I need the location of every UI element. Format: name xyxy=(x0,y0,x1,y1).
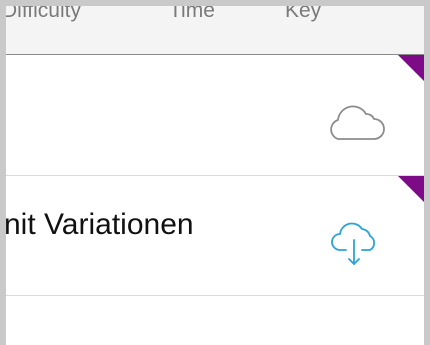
column-header-time[interactable]: Time xyxy=(169,6,215,21)
song-list-panel: Difficulty Time Key nit Variationen xyxy=(6,6,424,345)
row-divider xyxy=(6,295,424,296)
corner-marker xyxy=(398,176,424,202)
cloud-icon[interactable] xyxy=(324,103,386,143)
corner-marker xyxy=(398,55,424,81)
list-header: Difficulty Time Key xyxy=(6,6,424,54)
column-header-difficulty[interactable]: Difficulty xyxy=(6,6,81,21)
column-header-key[interactable]: Key xyxy=(285,6,321,21)
list-item[interactable] xyxy=(6,55,424,171)
list-item[interactable]: nit Variationen xyxy=(6,176,424,292)
list-item-title: nit Variationen xyxy=(6,208,194,241)
cloud-download-icon[interactable] xyxy=(328,220,380,268)
